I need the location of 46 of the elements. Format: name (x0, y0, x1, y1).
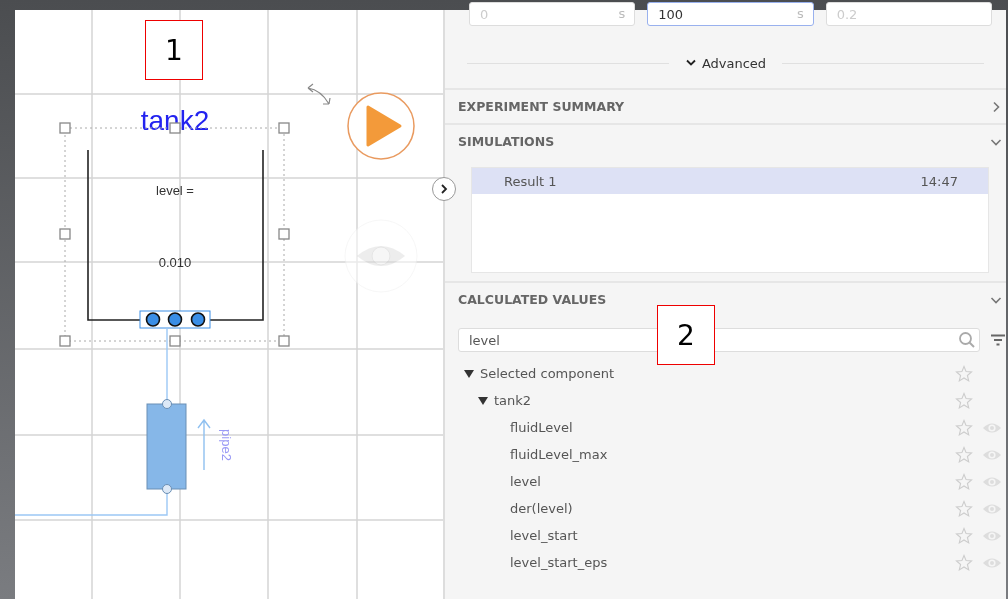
callout-number: 2 (657, 305, 715, 365)
tree-item[interactable]: tank2 (494, 393, 532, 408)
section-header[interactable]: EXPERIMENT SUMMARY (445, 88, 1006, 123)
tree-item[interactable]: level_start_eps (510, 555, 608, 570)
expand-triangle-icon[interactable] (478, 395, 488, 406)
star-icon[interactable] (955, 526, 973, 545)
tree-item[interactable]: fluidLevel (510, 420, 573, 435)
rotate-icon[interactable] (307, 83, 331, 105)
unit-label: s (618, 6, 626, 21)
star-icon[interactable] (955, 553, 973, 572)
section-title: EXPERIMENT SUMMARY (458, 99, 625, 114)
tree-item[interactable]: Selected component (480, 366, 615, 381)
value-reading: 0.010 (158, 255, 192, 270)
filter-icon[interactable] (990, 334, 1006, 346)
tree-item[interactable]: level (510, 474, 541, 489)
result-name: Result 1 (504, 173, 557, 189)
flow-arrow (197, 418, 211, 471)
star-icon[interactable] (955, 418, 973, 437)
collapse-button[interactable] (432, 177, 456, 201)
port-connectors[interactable] (139, 310, 211, 329)
chevron-icon (684, 59, 697, 67)
search-icon[interactable] (958, 331, 976, 349)
star-icon[interactable] (955, 364, 973, 383)
expand-triangle-icon[interactable] (464, 368, 474, 379)
chevron-icon (439, 184, 449, 194)
result-time: 14:47 (920, 173, 958, 189)
pipe-name: pipe2 (219, 429, 234, 461)
callout-number: 1 (145, 20, 203, 80)
play-button[interactable] (347, 92, 415, 160)
pipe-drawing[interactable] (146, 399, 187, 494)
result-row[interactable]: Result 1 14:47 (472, 168, 988, 194)
section-title: SIMULATIONS (458, 134, 555, 149)
star-icon[interactable] (955, 391, 973, 410)
star-icon[interactable] (955, 499, 973, 518)
section-title: CALCULATED VALUES (458, 292, 607, 307)
eye-button[interactable] (344, 219, 418, 293)
tree-item[interactable]: der(level) (510, 501, 573, 516)
star-icon[interactable] (955, 472, 973, 491)
section-header[interactable]: SIMULATIONS (445, 123, 1006, 158)
unit-label: s (796, 6, 804, 21)
tank-drawing[interactable] (87, 149, 264, 321)
star-icon[interactable] (955, 445, 973, 464)
tree-item[interactable]: level_start (510, 528, 578, 543)
value-label: level = (156, 183, 194, 198)
advanced-toggle[interactable]: Advanced (678, 55, 773, 71)
tree-item[interactable]: fluidLevel_max (510, 447, 608, 462)
